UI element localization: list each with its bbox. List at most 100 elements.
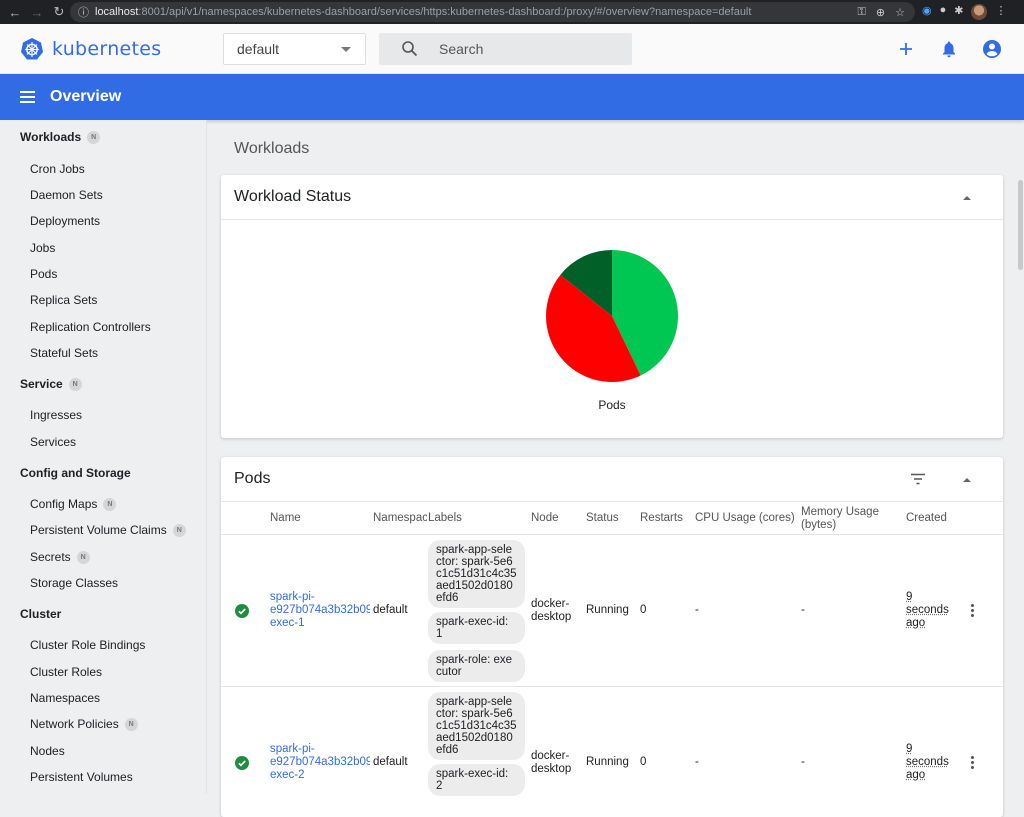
sidebar-item-stateful-sets[interactable]: Stateful Sets (30, 346, 98, 360)
address-bar[interactable]: ⓘ localhost:8001/api/v1/namespaces/kuber… (70, 2, 915, 22)
sidebar-item-ingresses[interactable]: Ingresses (30, 408, 82, 422)
sidebar-item-pods[interactable]: Pods (30, 267, 57, 281)
namespace-select[interactable]: default (223, 33, 366, 65)
sidebar-item-label: Replication Controllers (30, 320, 151, 334)
sidebar-item-deployments[interactable]: Deployments (30, 214, 100, 228)
reload-icon[interactable]: ↻ (50, 4, 68, 20)
zoom-icon[interactable]: ⊕ (876, 6, 885, 19)
pod-memory: - (801, 604, 805, 616)
collapse-icon[interactable] (963, 196, 971, 200)
sidebar-item-daemon-sets[interactable]: Daemon Sets (30, 188, 103, 202)
sidebar-section-service[interactable]: Service N (20, 377, 82, 391)
column-header-cpu[interactable]: CPU Usage (cores) (695, 512, 795, 525)
pod-status: Running (586, 604, 629, 616)
app-header: kubernetes default Search (0, 24, 1024, 74)
namespace-selected-value: default (237, 41, 280, 57)
card-title: Workload Status (234, 188, 352, 205)
search-icon (402, 41, 418, 57)
create-button[interactable] (895, 38, 916, 59)
created-line: 9 (906, 591, 913, 603)
star-icon[interactable]: ☆ (895, 6, 905, 19)
sidebar-item-replication-controllers[interactable]: Replication Controllers (30, 320, 151, 334)
pod-cpu: - (695, 756, 699, 768)
column-header-status[interactable]: Status (586, 512, 619, 525)
pod-node[interactable]: docker-desktop (531, 598, 571, 624)
sidebar-item-persistent-volumes[interactable]: Persistent Volumes (30, 770, 133, 784)
puzzle-icon[interactable]: ✱ (954, 4, 963, 20)
profile-avatar[interactable] (971, 4, 988, 20)
sidebar-item-namespaces[interactable]: Namespaces (30, 691, 100, 705)
extension-icon[interactable]: ◉ (922, 4, 932, 20)
sidebar-item-label: Replica Sets (30, 293, 98, 307)
column-header-memory[interactable]: Memory Usage (bytes) (801, 506, 879, 532)
pod-name-link[interactable]: spark-pi- e927b074a3b32b09 exec-1 (270, 591, 370, 630)
key-icon[interactable]: ⚿ (858, 6, 866, 19)
notifications-button[interactable] (938, 38, 959, 59)
namespaced-badge: N (103, 497, 117, 511)
status-ok-icon (235, 756, 249, 770)
column-header-created[interactable]: Created (906, 512, 947, 525)
section-label: Workloads (20, 130, 82, 144)
namespaced-badge: N (124, 717, 138, 731)
search-input[interactable]: Search (379, 33, 632, 65)
sidebar: Workloads N Cron Jobs Daemon Sets Deploym… (0, 120, 207, 794)
label-chip: spark-app-selector: spark-5e6c1c51d31c4c… (428, 692, 525, 760)
column-header-node[interactable]: Node (531, 512, 559, 525)
pod-name-line: e927b074a3b32b09 (270, 604, 370, 616)
section-label: Service (20, 377, 63, 391)
sidebar-item-nodes[interactable]: Nodes (30, 744, 65, 758)
sidebar-item-label: Ingresses (30, 408, 83, 422)
more-actions-icon[interactable] (971, 756, 975, 769)
column-header-name[interactable]: Name (270, 512, 301, 525)
sidebar-item-jobs[interactable]: Jobs (30, 241, 55, 255)
pod-namespace: default (373, 604, 408, 616)
sidebar-item-label: Jobs (30, 241, 56, 255)
kubernetes-logo[interactable]: kubernetes (20, 37, 161, 61)
forward-icon[interactable]: → (28, 5, 46, 20)
user-account-button[interactable] (981, 38, 1002, 59)
page-scrollbar[interactable] (1016, 180, 1024, 270)
extension-icon-2[interactable]: ● (940, 4, 947, 20)
sidebar-item-label: Storage Classes (30, 576, 119, 590)
sidebar-item-replica-sets[interactable]: Replica Sets (30, 293, 97, 307)
sidebar-section-config-and-storage[interactable]: Config and Storage (20, 466, 131, 480)
pod-name-line: e927b074a3b32b09 (270, 756, 370, 768)
column-header-restarts[interactable]: Restarts (640, 512, 683, 525)
sidebar-item-label: Network Policies (30, 717, 119, 731)
namespaced-badge: N (68, 377, 82, 391)
column-header-memory-line2: (bytes) (801, 519, 837, 531)
pod-node[interactable]: docker-desktop (531, 750, 571, 776)
back-icon[interactable]: ← (6, 5, 24, 20)
pod-created: 9 seconds ago (906, 591, 949, 630)
created-line: seconds (906, 604, 949, 616)
column-header-memory-line1: Memory Usage (801, 506, 879, 518)
account-circle-icon (982, 39, 1001, 58)
sidebar-item-config-maps[interactable]: Config Maps N (30, 497, 117, 511)
pod-name-line: spark-pi- (270, 591, 315, 603)
pod-name-link[interactable]: spark-pi- e927b074a3b32b09 exec-2 (270, 743, 370, 782)
pod-namespace: default (373, 756, 408, 768)
menu-icon[interactable] (20, 91, 35, 103)
sidebar-item-label: Stateful Sets (30, 346, 99, 360)
sidebar-item-storage-classes[interactable]: Storage Classes (30, 576, 118, 590)
sidebar-section-workloads[interactable]: Workloads N (20, 130, 101, 144)
browser-menu-icon[interactable]: ⋮ (995, 4, 1006, 20)
section-label: Cluster (20, 607, 62, 621)
info-icon[interactable]: ⓘ (78, 4, 92, 20)
namespaced-badge: N (87, 130, 101, 144)
sidebar-item-cluster-roles[interactable]: Cluster Roles (30, 665, 102, 679)
sidebar-item-cron-jobs[interactable]: Cron Jobs (30, 162, 85, 176)
column-header-namespace[interactable]: Namespac (373, 512, 427, 525)
sidebar-item-persistent-volume-claims[interactable]: Persistent Volume Claims N (30, 523, 186, 537)
sidebar-item-secrets[interactable]: Secrets N (30, 550, 90, 564)
sidebar-item-services[interactable]: Services (30, 435, 76, 449)
more-actions-icon[interactable] (971, 604, 975, 617)
created-line: seconds (906, 756, 949, 768)
sidebar-item-cluster-role-bindings[interactable]: Cluster Role Bindings (30, 638, 145, 652)
sidebar-item-label: Nodes (30, 744, 65, 758)
filter-icon[interactable] (910, 473, 926, 485)
section-heading: Workloads (234, 140, 310, 157)
sidebar-item-network-policies[interactable]: Network Policies N (30, 717, 138, 731)
sidebar-section-cluster[interactable]: Cluster (20, 607, 61, 621)
collapse-icon[interactable] (963, 478, 971, 482)
